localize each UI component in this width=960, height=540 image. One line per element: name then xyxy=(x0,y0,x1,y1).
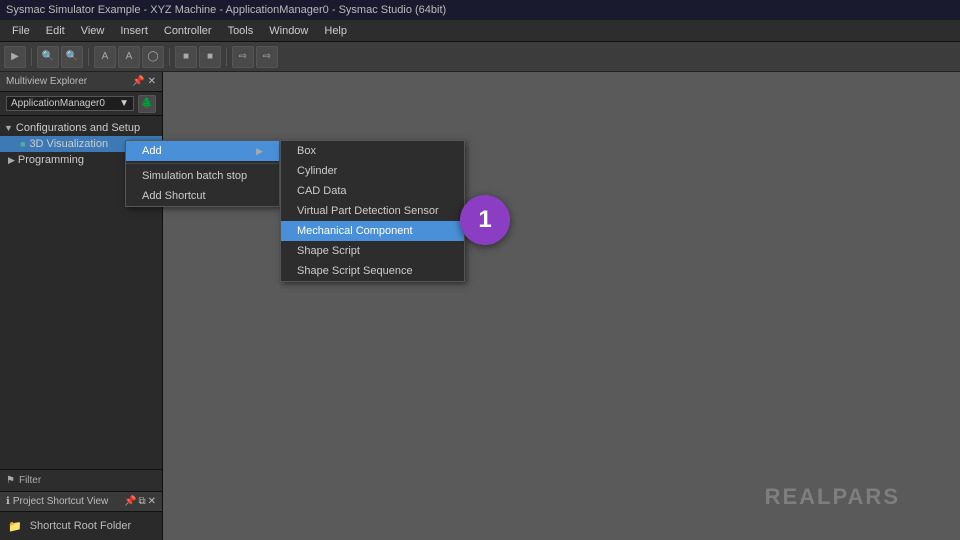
sub-item-virtual-sensor[interactable]: Virtual Part Detection Sensor xyxy=(281,201,464,221)
dropdown-arrow-icon: ▼ xyxy=(119,98,129,109)
menu-edit[interactable]: Edit xyxy=(38,23,73,39)
sub-item-cylinder[interactable]: Cylinder xyxy=(281,161,464,181)
step-badge: 1 xyxy=(460,195,510,245)
shortcut-close-icon[interactable]: ✕ xyxy=(148,496,156,507)
menu-insert[interactable]: Insert xyxy=(112,23,156,39)
sub-item-virtual-sensor-label: Virtual Part Detection Sensor xyxy=(297,205,439,217)
sub-item-shape-script-seq-label: Shape Script Sequence xyxy=(297,265,413,277)
sub-item-shape-script[interactable]: Shape Script xyxy=(281,241,464,261)
menu-view[interactable]: View xyxy=(73,23,113,39)
shortcut-root-label: Shortcut Root Folder xyxy=(30,520,132,532)
menu-file[interactable]: File xyxy=(4,23,38,39)
toolbar-sep-1 xyxy=(31,48,32,66)
app-manager-dropdown[interactable]: ApplicationManager0 ▼ xyxy=(6,96,134,111)
toolbar-btn-8[interactable]: ■ xyxy=(199,46,221,68)
sidebar-header: Multiview Explorer 📌 ✕ xyxy=(0,72,162,92)
shortcut-pin-icon[interactable]: 📌 xyxy=(124,496,136,507)
context-menu-add: Add ▶ Simulation batch stop Add Shortcut xyxy=(125,140,280,207)
toolbar-btn-3[interactable]: 🔍 xyxy=(61,46,83,68)
sidebar-pin-icon[interactable]: 📌 xyxy=(132,76,144,87)
toolbar: ▶ 🔍 🔍 A A ◯ ■ ■ ⇨ ⇨ xyxy=(0,42,960,72)
programming-arrow: ▶ xyxy=(8,155,15,166)
toolbar-btn-10[interactable]: ⇨ xyxy=(256,46,278,68)
toolbar-btn-1[interactable]: ▶ xyxy=(4,46,26,68)
configurations-label: Configurations and Setup xyxy=(16,122,140,134)
sub-item-box-label: Box xyxy=(297,145,316,157)
ctx-add-arrow: ▶ xyxy=(256,146,263,157)
ctx-simulation-label: Simulation batch stop xyxy=(142,170,247,182)
toolbar-btn-5[interactable]: A xyxy=(118,46,140,68)
sub-item-mechanical[interactable]: Mechanical Component xyxy=(281,221,464,241)
shortcut-view: ℹ Project Shortcut View 📌 ⧉ ✕ 📁 Shortcut… xyxy=(0,491,162,540)
shortcut-header: ℹ Project Shortcut View 📌 ⧉ ✕ xyxy=(0,492,162,512)
toolbar-sep-4 xyxy=(226,48,227,66)
menu-tools[interactable]: Tools xyxy=(220,23,262,39)
toolbar-btn-9[interactable]: ⇨ xyxy=(232,46,254,68)
title-text: Sysmac Simulator Example - XYZ Machine -… xyxy=(6,4,446,16)
filter-label: Filter xyxy=(19,475,41,486)
sidebar-close-icon[interactable]: ✕ xyxy=(148,76,156,87)
shortcut-content: 📁 Shortcut Root Folder xyxy=(0,512,162,540)
ctx-simulation-batch[interactable]: Simulation batch stop xyxy=(126,166,279,186)
sidebar-title: Multiview Explorer xyxy=(6,76,87,87)
ctx-add-item[interactable]: Add ▶ xyxy=(126,141,279,161)
sub-item-cad-data[interactable]: CAD Data xyxy=(281,181,464,201)
toolbar-btn-2[interactable]: 🔍 xyxy=(37,46,59,68)
sub-item-mechanical-label: Mechanical Component xyxy=(297,225,413,237)
menu-help[interactable]: Help xyxy=(316,23,355,39)
ctx-add-shortcut-label: Add Shortcut xyxy=(142,190,206,202)
app-manager-label: ApplicationManager0 xyxy=(11,98,105,109)
configurations-header[interactable]: ▼ Configurations and Setup xyxy=(0,120,162,136)
3d-viz-label: 3D Visualization xyxy=(29,138,108,150)
menu-controller[interactable]: Controller xyxy=(156,23,220,39)
ctx-add-shortcut[interactable]: Add Shortcut xyxy=(126,186,279,206)
toolbar-btn-6[interactable]: ◯ xyxy=(142,46,164,68)
toolbar-sep-2 xyxy=(88,48,89,66)
toolbar-sep-3 xyxy=(169,48,170,66)
toolbar-btn-4[interactable]: A xyxy=(94,46,116,68)
title-bar: Sysmac Simulator Example - XYZ Machine -… xyxy=(0,0,960,20)
app-manager-bar: ApplicationManager0 ▼ 🌲 xyxy=(0,92,162,116)
sub-item-shape-script-seq[interactable]: Shape Script Sequence xyxy=(281,261,464,281)
folder-icon: 📁 xyxy=(8,520,22,533)
app-manager-tree-icon[interactable]: 🌲 xyxy=(138,95,156,113)
sub-item-box[interactable]: Box xyxy=(281,141,464,161)
sub-item-cylinder-label: Cylinder xyxy=(297,165,337,177)
shortcut-float-icon[interactable]: ⧉ xyxy=(138,496,145,507)
ctx-add-label: Add xyxy=(142,145,162,157)
filter-bar: ⚑ Filter xyxy=(0,469,162,491)
3d-viz-icon: ■ xyxy=(20,139,25,149)
programming-label: Programming xyxy=(18,154,84,166)
shortcut-view-label: Project Shortcut View xyxy=(13,496,108,507)
submenu: Box Cylinder CAD Data Virtual Part Detec… xyxy=(280,140,465,282)
menu-window[interactable]: Window xyxy=(261,23,316,39)
watermark: REALPARS xyxy=(765,484,900,510)
toolbar-btn-7[interactable]: ■ xyxy=(175,46,197,68)
menu-bar: File Edit View Insert Controller Tools W… xyxy=(0,20,960,42)
sub-item-shape-script-label: Shape Script xyxy=(297,245,360,257)
configurations-arrow: ▼ xyxy=(4,123,13,133)
filter-icon: ⚑ xyxy=(6,475,15,486)
shortcut-info-icon: ℹ xyxy=(6,496,10,507)
ctx-separator-1 xyxy=(126,163,279,164)
sub-item-cad-label: CAD Data xyxy=(297,185,347,197)
